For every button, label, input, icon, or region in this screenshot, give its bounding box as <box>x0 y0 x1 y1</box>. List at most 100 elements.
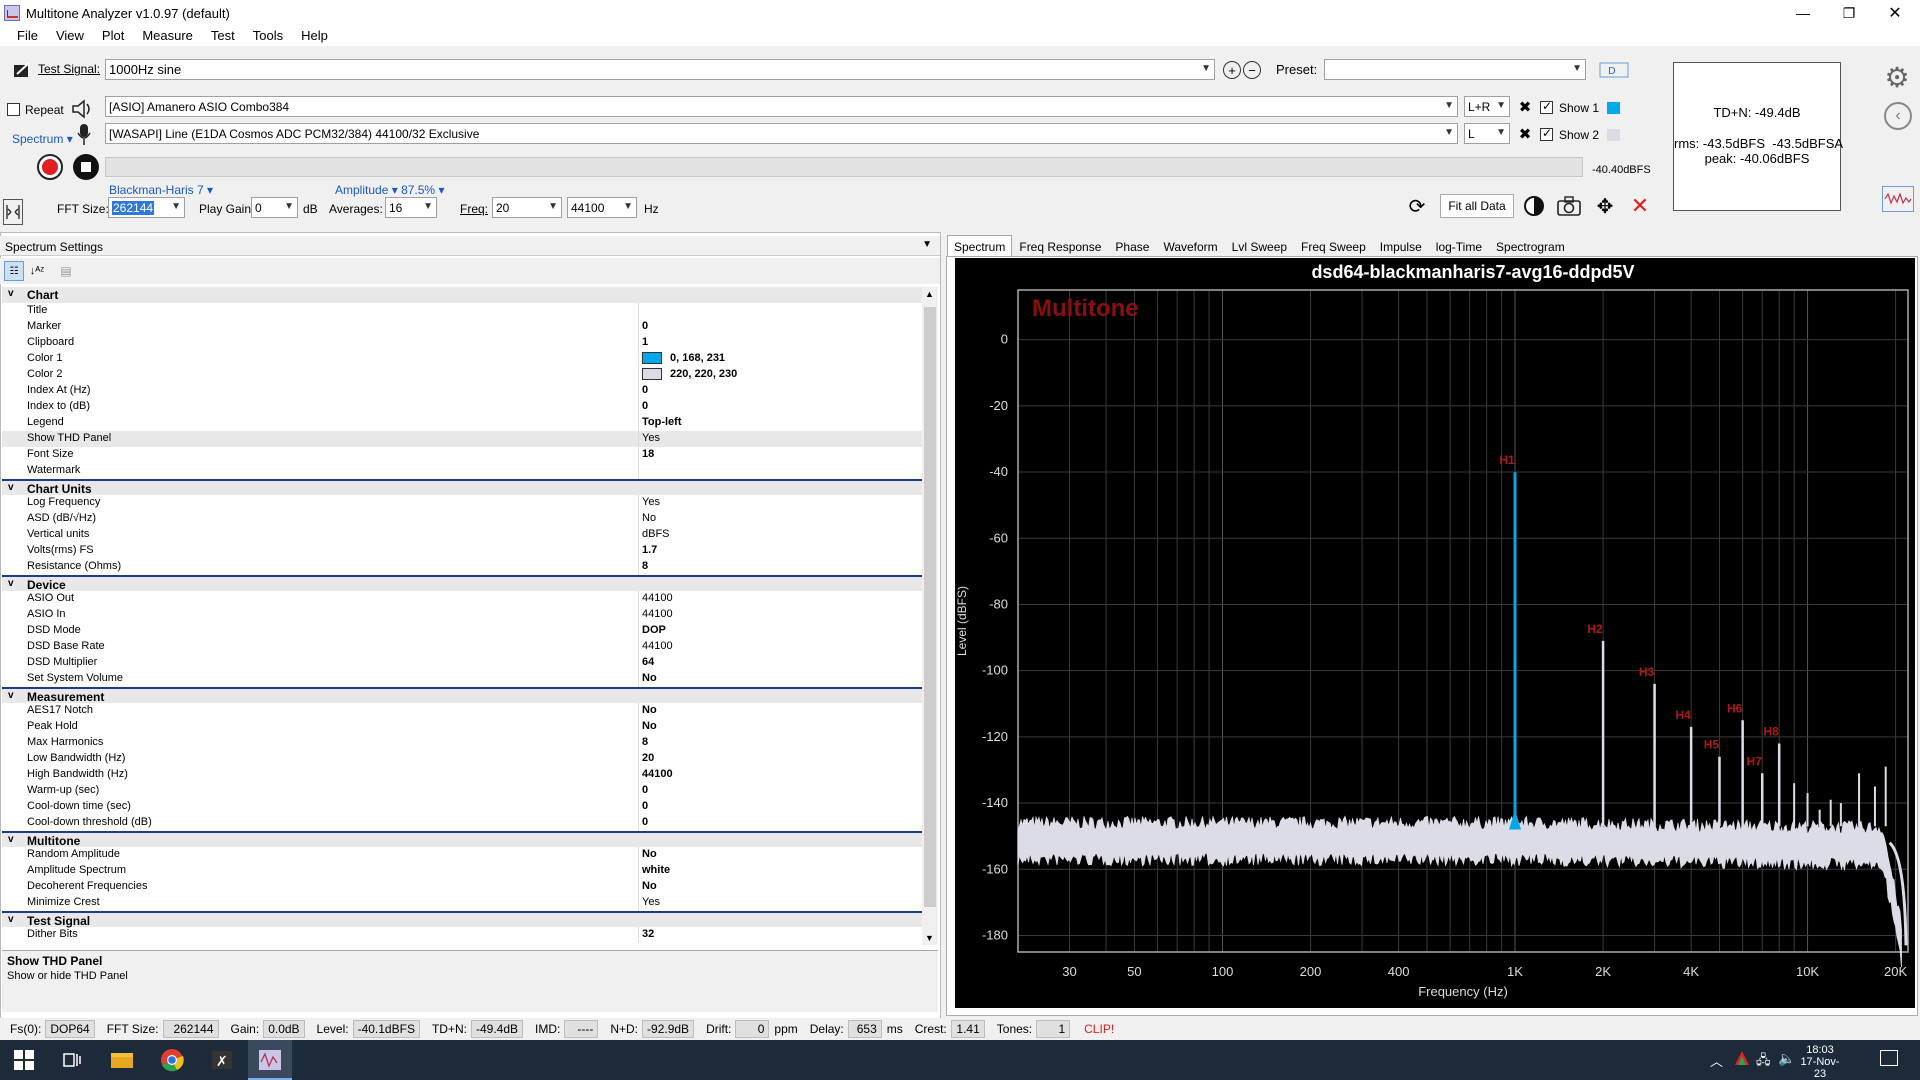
settings-scrollbar[interactable]: ▲ ▼ <box>922 287 938 945</box>
stop-button[interactable] <box>73 154 99 180</box>
speaker-icon[interactable] <box>70 97 96 121</box>
volume-icon[interactable]: 🔈 <box>1778 1050 1795 1067</box>
property-row[interactable]: Minimize Crest Yes <box>2 895 922 911</box>
dither-icon[interactable]: D <box>1598 59 1632 81</box>
collapse-chevron-icon[interactable]: v <box>8 834 14 845</box>
property-row[interactable]: Font Size 18 <box>2 447 922 463</box>
category-multitone[interactable]: v Multitone <box>2 831 922 848</box>
property-row[interactable]: Index to (dB) 0 <box>2 399 922 415</box>
output-channel-select[interactable]: L+R ▼ <box>1464 96 1510 117</box>
amplitude-link[interactable]: Amplitude ▾ 87.5% ▾ <box>335 183 444 197</box>
file-explorer-icon[interactable] <box>110 1048 134 1072</box>
windows-start-icon[interactable] <box>12 1048 36 1072</box>
multitone-task[interactable] <box>248 1040 292 1080</box>
property-row[interactable]: Cool-down threshold (dB) 0 <box>2 815 922 831</box>
freq-max-select[interactable]: 44100 ▼ <box>567 197 637 218</box>
property-row[interactable]: Random Amplitude No <box>2 847 922 863</box>
tab-impulse[interactable]: Impulse <box>1373 235 1429 257</box>
property-row[interactable]: Max Harmonics 8 <box>2 735 922 751</box>
property-row[interactable]: Low Bandwidth (Hz) 20 <box>2 751 922 767</box>
property-row[interactable]: Title <box>2 303 922 319</box>
property-row[interactable]: Peak Hold No <box>2 719 922 735</box>
signal-edit-icon[interactable] <box>12 61 32 79</box>
collapse-panel-icon[interactable] <box>3 199 23 225</box>
property-row[interactable]: Volts(rms) FS 1.7 <box>2 543 922 559</box>
menu-help[interactable]: Help <box>301 28 328 43</box>
contrast-icon[interactable] <box>1522 194 1546 218</box>
property-row[interactable]: ASD (dB/√Hz) No <box>2 511 922 527</box>
category-measurement[interactable]: v Measurement <box>2 687 922 704</box>
property-row[interactable]: AES17 Notch No <box>2 703 922 719</box>
property-pages-icon[interactable]: ▤ <box>56 261 76 281</box>
tray-chevron-icon[interactable]: ︿ <box>1710 1051 1723 1070</box>
averages-select[interactable]: 16 ▼ <box>385 197 437 218</box>
fit-all-data-button[interactable]: Fit all Data <box>1440 194 1514 218</box>
property-row[interactable]: Decoherent Frequencies No <box>2 879 922 895</box>
tab-freq-sweep[interactable]: Freq Sweep <box>1294 235 1373 257</box>
property-row[interactable]: ASIO In 44100 <box>2 607 922 623</box>
clear-icon[interactable]: ✕ <box>1628 193 1652 218</box>
property-row[interactable]: High Bandwidth (Hz) 44100 <box>2 767 922 783</box>
category-test-signal[interactable]: v Test Signal <box>2 911 922 928</box>
property-row[interactable]: Cool-down time (sec) 0 <box>2 799 922 815</box>
tray-app-icon[interactable] <box>1734 1050 1750 1066</box>
show1-checkbox[interactable] <box>1540 99 1553 114</box>
collapse-chevron-icon[interactable]: v <box>8 482 14 493</box>
property-row[interactable]: ASIO Out 44100 <box>2 591 922 607</box>
property-row[interactable]: Index At (Hz) 0 <box>2 383 922 399</box>
remove-signal-icon[interactable]: − <box>1243 61 1261 79</box>
show2-checkbox[interactable] <box>1540 126 1553 141</box>
spectrum-mode-link[interactable]: Spectrum ▾ <box>12 132 73 146</box>
property-row[interactable]: Log Frequency Yes <box>2 495 922 511</box>
tab-freq-response[interactable]: Freq Response <box>1012 235 1108 257</box>
collapse-chevron-icon[interactable]: v <box>8 288 14 299</box>
property-row[interactable]: DSD Multiplier 64 <box>2 655 922 671</box>
tab-spectrum[interactable]: Spectrum <box>947 235 1013 257</box>
tab-waveform[interactable]: Waveform <box>1156 235 1224 257</box>
spectrum-chart[interactable]: dsd64-blackmanharis7-avg16-ddpd5V Multito… <box>955 258 1915 1008</box>
property-row[interactable]: Watermark <box>2 463 922 479</box>
notifications-icon[interactable] <box>1880 1050 1898 1066</box>
color2-swatch[interactable] <box>1607 129 1620 141</box>
property-row[interactable]: Color 2 220, 220, 230 <box>2 367 922 383</box>
menu-measure[interactable]: Measure <box>142 28 193 43</box>
move-icon[interactable]: ✥ <box>1593 194 1617 218</box>
property-row[interactable]: Clipboard 1 <box>2 335 922 351</box>
property-row[interactable]: Resistance (Ohms) 8 <box>2 559 922 575</box>
property-row[interactable]: Amplitude Spectrum white <box>2 863 922 879</box>
property-row[interactable]: Show THD Panel Yes <box>2 431 922 447</box>
property-row[interactable]: Dither Bits 32 <box>2 927 922 943</box>
tab-phase[interactable]: Phase <box>1108 235 1156 257</box>
menu-file[interactable]: File <box>17 28 38 43</box>
network-icon[interactable]: 🖧 <box>1756 1051 1771 1073</box>
sort-az-icon[interactable]: ↓ᴬᶻ <box>27 261 47 281</box>
output-tools-icon[interactable]: ✖ <box>1516 97 1534 117</box>
freq-min-select[interactable]: 20 ▼ <box>492 197 562 218</box>
input-device-select[interactable]: [WASAPI] Line (E1DA Cosmos ADC PCM32/384… <box>105 123 1458 144</box>
color-swatch[interactable] <box>642 352 662 365</box>
chrome-icon[interactable] <box>160 1048 184 1072</box>
property-row[interactable]: Color 1 0, 168, 231 <box>2 351 922 367</box>
minimize-button[interactable]: — <box>1780 0 1826 26</box>
tab-log-time[interactable]: log-Time <box>1429 235 1489 257</box>
category-chart[interactable]: v Chart <box>2 287 922 303</box>
restore-button[interactable]: ❐ <box>1826 0 1872 26</box>
property-row[interactable]: Warm-up (sec) 0 <box>2 783 922 799</box>
menu-view[interactable]: View <box>56 28 84 43</box>
categorized-icon[interactable]: ☷ <box>4 261 24 281</box>
input-channel-select[interactable]: L ▼ <box>1464 123 1510 144</box>
gear-icon[interactable]: ⚙ <box>1882 62 1912 93</box>
menu-test[interactable]: Test <box>211 28 235 43</box>
settings-header[interactable]: Spectrum Settings ▼ <box>0 236 940 256</box>
property-row[interactable]: DSD Mode DOP <box>2 623 922 639</box>
input-tools-icon[interactable]: ✖ <box>1516 124 1534 144</box>
color-swatch[interactable] <box>642 368 662 381</box>
color1-swatch[interactable] <box>1607 102 1620 114</box>
refresh-icon[interactable]: ⟳ <box>1405 194 1429 218</box>
collapse-chevron-icon[interactable]: v <box>8 914 14 925</box>
preset-select[interactable]: ▼ <box>1324 59 1586 80</box>
back-icon[interactable]: ‹ <box>1884 102 1912 130</box>
output-device-select[interactable]: [ASIO] Amanero ASIO Combo384 ▼ <box>105 96 1458 117</box>
property-row[interactable]: Set System Volume No <box>2 671 922 687</box>
waveform-icon[interactable] <box>1882 186 1914 212</box>
